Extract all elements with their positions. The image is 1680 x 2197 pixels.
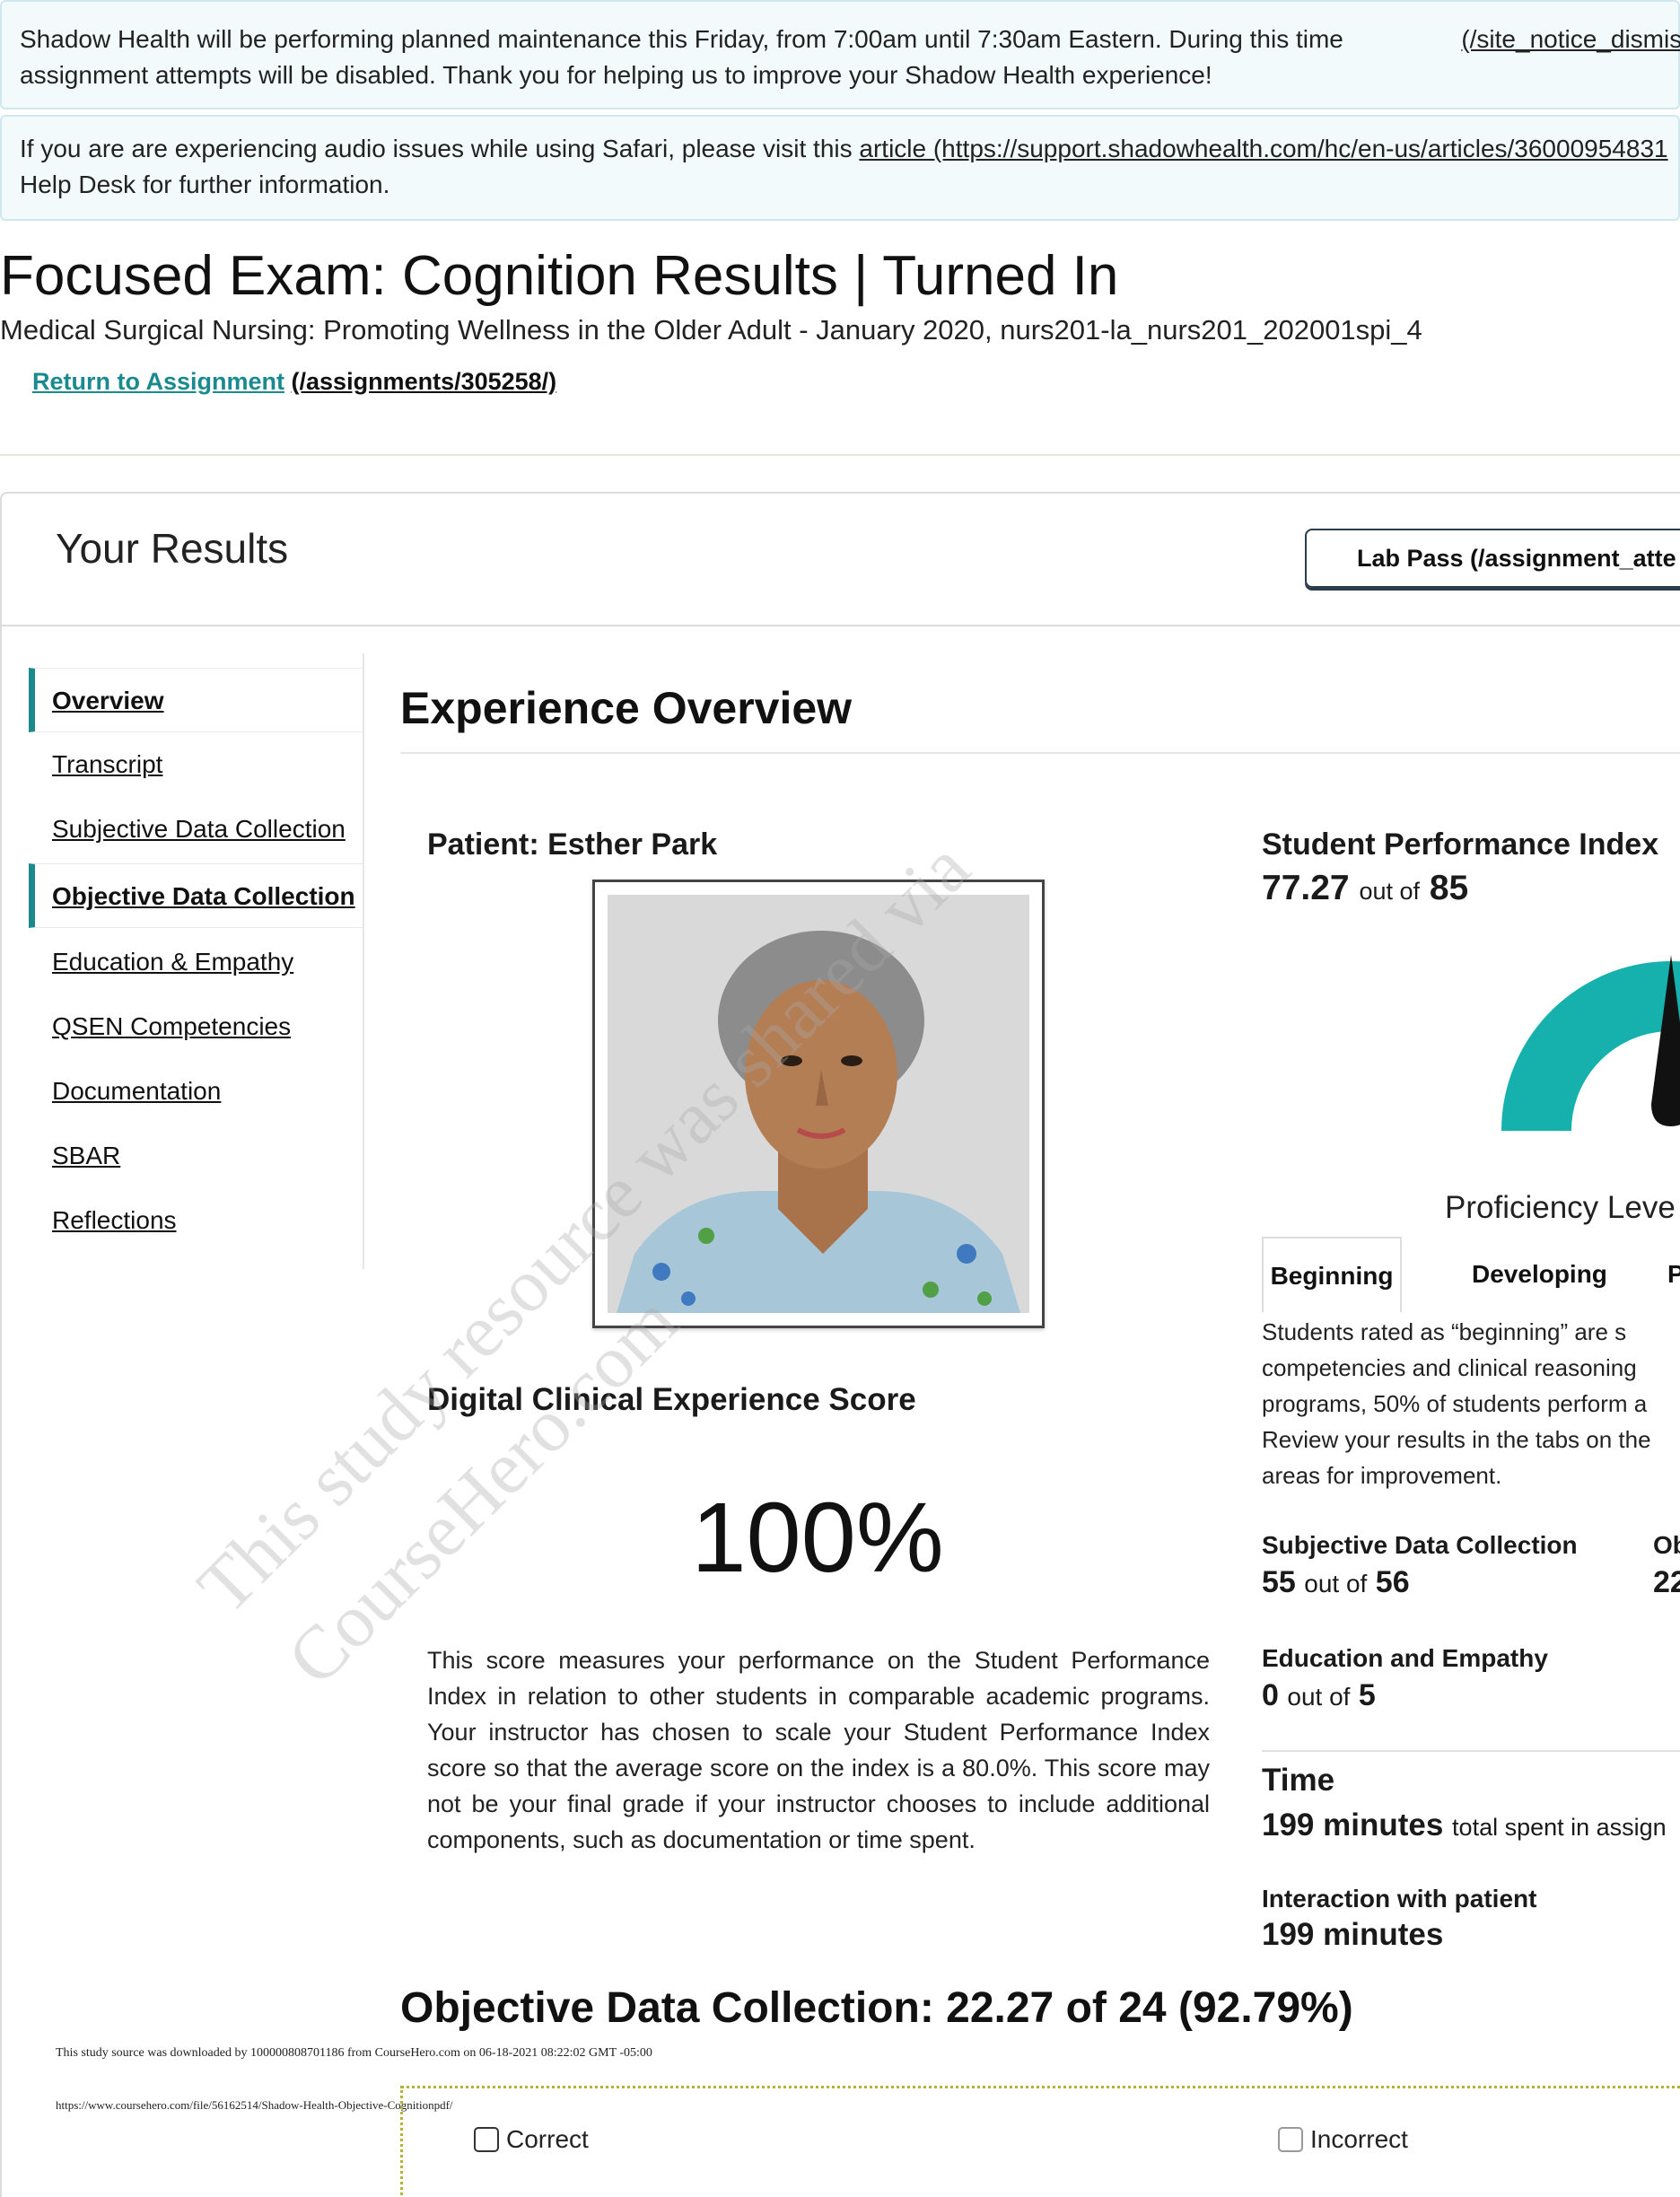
nav-item-subjective-data-collection[interactable]: Subjective Data Collection (29, 797, 363, 862)
spi-title: Student Performance Index (1262, 827, 1659, 862)
source-url: https://www.coursehero.com/file/56162514… (56, 2098, 453, 2112)
nav-item-documentation[interactable]: Documentation (29, 1059, 363, 1124)
time-divider (1262, 1750, 1680, 1752)
metric-subjective-label: Subjective Data Collection (1262, 1531, 1578, 1559)
metric-subjective: Subjective Data Collection 55 out of 56 (1262, 1531, 1578, 1599)
download-note: This study source was downloaded by 1000… (56, 2046, 652, 2060)
spi-score: 77.27 out of 85 (1262, 869, 1468, 908)
return-link-url[interactable]: (/assignments/305258/) (292, 368, 557, 395)
nav-item-qsen-competencies[interactable]: QSEN Competencies (29, 994, 363, 1059)
course-subtitle: Medical Surgical Nursing: Promoting Well… (0, 314, 1422, 346)
metric-objective-label: Ob (1653, 1531, 1680, 1559)
nav-item-reflections[interactable]: Reflections (29, 1188, 363, 1253)
tab-beginning[interactable]: Beginning (1262, 1237, 1402, 1312)
time-total: 199 minutes total spent in assign (1262, 1807, 1667, 1843)
metric-education-label: Education and Empathy (1262, 1644, 1548, 1672)
metric-education: Education and Empathy 0 out of 5 (1262, 1644, 1548, 1712)
dce-score-title: Digital Clinical Experience Score (427, 1382, 916, 1417)
spi-max-value: 85 (1429, 869, 1469, 907)
results-header-divider (0, 625, 1680, 626)
incorrect-checkbox-icon (1278, 2127, 1303, 2152)
correct-checkbox-icon (474, 2127, 499, 2152)
nav-item-objective-data-collection[interactable]: Objective Data Collection (29, 863, 363, 928)
metric-objective: Ob 22 (1653, 1531, 1680, 1600)
return-link-label[interactable]: Return to Assignment (32, 368, 284, 395)
spi-gauge (1501, 955, 1680, 1132)
results-title: Your Results (56, 525, 289, 572)
nav-item-overview[interactable]: Overview (29, 668, 363, 732)
audio-notice-text-2: Help Desk for further information. (20, 171, 390, 198)
results-side-nav: Overview Transcript Subjective Data Coll… (29, 653, 364, 1269)
lab-pass-button[interactable]: Lab Pass (/assignment_atte (1305, 529, 1680, 588)
page-title: Focused Exam: Cognition Results | Turned… (0, 245, 1119, 307)
patient-photo (592, 880, 1045, 1328)
legend-incorrect: Incorrect (1278, 2125, 1408, 2154)
nav-item-education-empathy[interactable]: Education & Empathy (29, 930, 363, 994)
nav-item-sbar[interactable]: SBAR (29, 1124, 363, 1188)
dismiss-notice-link[interactable]: (/site_notice_dismissal (1461, 22, 1680, 57)
interaction-value: 199 minutes (1262, 1917, 1444, 1952)
spi-out-of-label: out of (1359, 878, 1421, 905)
patient-label: Patient: Esther Park (427, 827, 718, 862)
patient-avatar-image (608, 895, 1029, 1313)
audio-notice-text: If you are are experiencing audio issues… (20, 135, 860, 162)
legend-box (400, 2086, 1680, 2197)
audio-notice: If you are are experiencing audio issues… (0, 115, 1680, 221)
spi-score-value: 77.27 (1262, 869, 1350, 907)
time-title: Time (1262, 1763, 1335, 1798)
overview-divider (400, 752, 1680, 754)
maintenance-notice-text: Shadow Health will be performing planned… (20, 25, 1343, 89)
experience-overview-title: Experience Overview (400, 683, 853, 733)
maintenance-notice: Shadow Health will be performing planned… (0, 0, 1680, 109)
tab-developing[interactable]: Developing (1472, 1237, 1607, 1312)
interaction-label: Interaction with patient (1262, 1885, 1537, 1913)
audio-article-link[interactable]: article (https://support.shadowhealth.co… (859, 135, 1667, 162)
objective-data-collection-title: Objective Data Collection: 22.27 of 24 (… (400, 1984, 1353, 2032)
proficiency-label: Proficiency Leve (1445, 1190, 1676, 1225)
dce-score-description: This score measures your performance on … (427, 1647, 1210, 1853)
tab-proficient[interactable]: P (1667, 1237, 1680, 1312)
legend-correct: Correct (474, 2125, 589, 2154)
header-divider (0, 454, 1680, 456)
proficiency-description: Students rated as “beginning” are s comp… (1262, 1318, 1651, 1489)
return-to-assignment-link[interactable]: Return to Assignment (/assignments/30525… (32, 368, 556, 396)
dce-score-value: 100% (691, 1483, 944, 1593)
nav-item-transcript[interactable]: Transcript (29, 732, 363, 797)
